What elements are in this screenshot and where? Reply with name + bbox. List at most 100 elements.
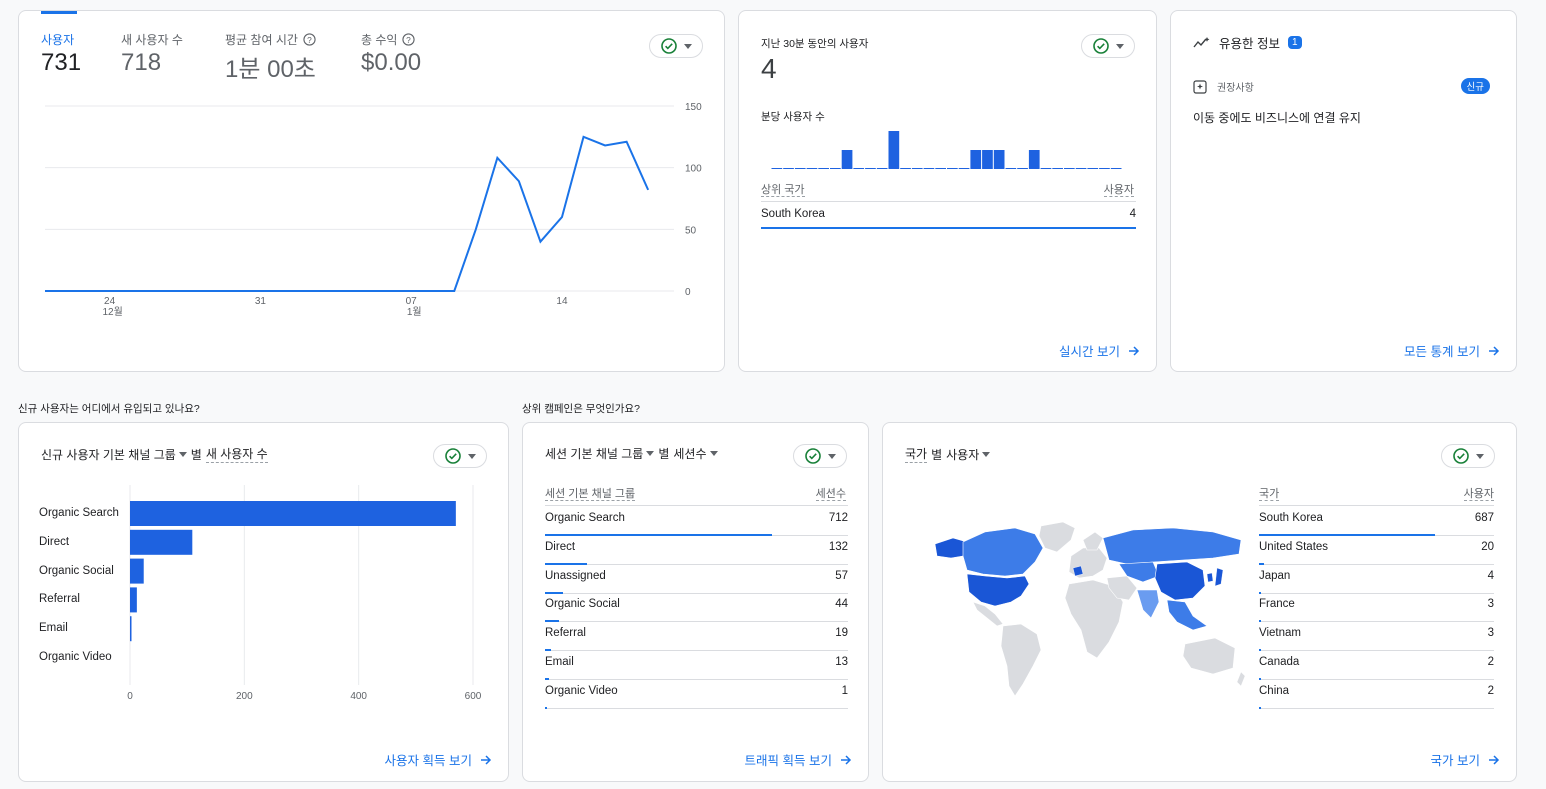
- table-header-dimension[interactable]: 세션 기본 채널 그룹: [545, 488, 636, 501]
- minute-bar[interactable]: [794, 168, 806, 169]
- row-name: Referral: [545, 627, 586, 640]
- dimension-selector[interactable]: 국가: [905, 445, 928, 463]
- traffic-title: 세션 기본 채널 그룹 별 세션수: [545, 445, 718, 462]
- table-header-metric[interactable]: 세션수: [815, 488, 846, 501]
- minute-bar[interactable]: [958, 168, 970, 169]
- minute-bar[interactable]: [1064, 168, 1075, 169]
- dimension-label: 세션 기본 채널 그룹: [545, 447, 644, 461]
- bar[interactable]: [130, 558, 144, 584]
- table-row[interactable]: Organic Social 44: [545, 593, 848, 623]
- traffic-view-link[interactable]: 트래픽 획득 보기: [745, 750, 852, 769]
- all-insights-link[interactable]: 모든 통계 보기: [1404, 341, 1500, 360]
- bar[interactable]: [130, 587, 137, 613]
- minute-bar[interactable]: [1099, 168, 1110, 169]
- table-row[interactable]: Canada 2: [1259, 651, 1494, 680]
- dimension-selector[interactable]: 세션 기본 채널 그룹: [545, 445, 655, 462]
- minute-bar[interactable]: [1005, 168, 1017, 169]
- minute-bar[interactable]: [876, 168, 888, 169]
- map-region-canada: [962, 527, 1044, 577]
- table-row[interactable]: Vietnam 3: [1259, 622, 1494, 652]
- table-header-users[interactable]: 사용자: [1463, 488, 1494, 501]
- map-region-mexico: [972, 601, 1004, 627]
- row-value: 132: [828, 540, 848, 553]
- table-header-users[interactable]: 사용자: [1103, 184, 1134, 197]
- realtime-card: 지난 30분 동안의 사용자 4 분당 사용자 수 상위 국가 사용자 Sout…: [738, 10, 1157, 372]
- table-row[interactable]: Japan 4: [1259, 565, 1494, 594]
- table-row[interactable]: France 3: [1259, 593, 1494, 623]
- minute-bar[interactable]: [911, 168, 923, 169]
- minute-bar[interactable]: [865, 168, 876, 169]
- minute-bar[interactable]: [888, 131, 900, 169]
- compare-status-chip[interactable]: [793, 444, 847, 468]
- insights-header: 유용한 정보 1: [1193, 33, 1302, 52]
- table-row[interactable]: United States 20: [1259, 536, 1494, 565]
- minute-bar[interactable]: [993, 150, 1005, 169]
- table-row[interactable]: Unassigned 57: [545, 565, 848, 594]
- bar[interactable]: [130, 529, 193, 555]
- minute-bar[interactable]: [947, 168, 958, 169]
- new-badge: 신규: [1460, 78, 1490, 94]
- countries-view-link[interactable]: 국가 보기: [1431, 750, 1500, 769]
- link-label: 트래픽 획득 보기: [744, 754, 832, 768]
- x-tick-label: 400: [350, 691, 367, 702]
- dropdown-arrow-icon: [646, 451, 655, 456]
- bar[interactable]: [130, 616, 132, 642]
- table-row[interactable]: Email 13: [545, 651, 848, 680]
- table-row[interactable]: Organic Search 712: [545, 507, 848, 536]
- dropdown-arrow-icon: [709, 451, 718, 456]
- minute-bar[interactable]: [1052, 168, 1063, 169]
- table-header-country[interactable]: 상위 국가: [761, 184, 805, 197]
- minute-bar[interactable]: [1087, 168, 1099, 169]
- table-row[interactable]: Referral 19: [545, 622, 848, 652]
- metric-selector[interactable]: 세션수: [673, 445, 718, 462]
- table-row[interactable]: South Korea 4: [761, 203, 1136, 229]
- map-region-france: [1072, 565, 1084, 577]
- minute-bar[interactable]: [923, 168, 935, 169]
- minute-bar[interactable]: [1040, 168, 1052, 169]
- arrow-right-icon: [1489, 345, 1500, 356]
- arrow-right-icon: [841, 754, 852, 765]
- minute-bar[interactable]: [830, 168, 841, 169]
- x-tick-label: 07: [406, 296, 418, 307]
- minute-bar[interactable]: [771, 168, 783, 169]
- table-row[interactable]: Organic Video 1: [545, 680, 848, 709]
- minute-bar[interactable]: [1075, 168, 1087, 169]
- minute-bar[interactable]: [853, 168, 865, 169]
- acquisition-view-link[interactable]: 사용자 획득 보기: [385, 750, 492, 769]
- row-name: Direct: [545, 540, 576, 553]
- check-circle-icon: [1092, 38, 1109, 54]
- row-value: 19: [835, 627, 848, 640]
- country-value: 4: [1129, 208, 1136, 220]
- minute-bar[interactable]: [970, 150, 982, 169]
- row-name: France: [1259, 598, 1295, 611]
- recommendation-text[interactable]: 이동 중에도 비즈니스에 연결 유지: [1193, 109, 1361, 126]
- minute-bar[interactable]: [1028, 150, 1040, 169]
- table-divider: [761, 201, 1136, 202]
- bar[interactable]: [130, 501, 456, 526]
- minute-bar[interactable]: [900, 168, 911, 169]
- minute-bar[interactable]: [1110, 168, 1122, 169]
- row-name: Japan: [1259, 569, 1291, 582]
- row-name: Organic Search: [545, 512, 625, 524]
- minute-bar[interactable]: [1017, 168, 1028, 169]
- minute-bar[interactable]: [935, 168, 946, 169]
- table-divider: [1259, 505, 1494, 506]
- minute-bar[interactable]: [783, 168, 794, 169]
- map-region-south-america: [1000, 623, 1042, 697]
- compare-status-chip[interactable]: [1081, 34, 1135, 58]
- minute-bar[interactable]: [818, 168, 829, 169]
- map-region-australia: [1182, 637, 1236, 675]
- table-header-country[interactable]: 국가: [1259, 488, 1280, 501]
- table-row[interactable]: Direct 132: [545, 536, 848, 565]
- metric-selector[interactable]: 사용자: [946, 446, 991, 463]
- countries-card: 국가 별 사용자 국가 사용자 South Korea 687 United S…: [882, 422, 1517, 782]
- world-map[interactable]: [923, 518, 1253, 703]
- minute-bar[interactable]: [806, 168, 818, 169]
- table-row[interactable]: South Korea 687: [1259, 507, 1494, 536]
- compare-status-chip[interactable]: [1441, 444, 1495, 468]
- minute-bar[interactable]: [841, 150, 853, 169]
- table-row[interactable]: China 2: [1259, 680, 1494, 709]
- minute-bar[interactable]: [982, 150, 993, 169]
- per-minute-bar-chart: [771, 131, 1122, 169]
- realtime-view-link[interactable]: 실시간 보기: [1059, 341, 1140, 360]
